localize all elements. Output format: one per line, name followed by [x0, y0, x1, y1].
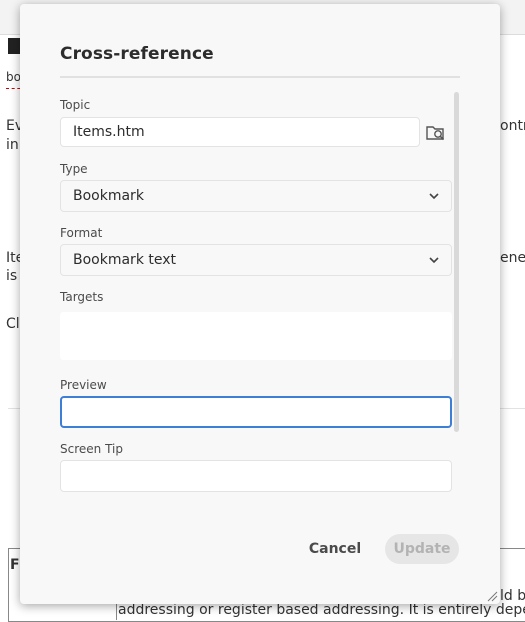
divider: [500, 408, 525, 409]
background-text: is: [6, 268, 18, 284]
cancel-button[interactable]: Cancel: [308, 534, 362, 564]
background-text: ontro: [500, 118, 525, 134]
format-selected-value: Bookmark text: [73, 252, 177, 268]
targets-label: Targets: [60, 290, 104, 304]
chevron-down-icon: [429, 193, 439, 200]
dialog-scrollbar[interactable]: [454, 92, 459, 432]
background-text: bo: [6, 70, 21, 84]
background-text: addressing or register based addressing.…: [118, 602, 525, 618]
preview-label: Preview: [60, 378, 107, 392]
screen-tip-label: Screen Tip: [60, 442, 123, 456]
chevron-down-icon: [429, 257, 439, 264]
screen-tip-input[interactable]: [60, 460, 452, 492]
title-divider: [60, 76, 460, 78]
resize-grip-icon[interactable]: [486, 590, 498, 602]
type-label: Type: [60, 162, 88, 176]
topic-input[interactable]: Items.htm: [60, 117, 420, 147]
format-label: Format: [60, 226, 103, 240]
background-text: in: [6, 137, 19, 153]
topic-label: Topic: [60, 98, 91, 112]
background-text: Cl: [6, 316, 20, 332]
background-text: enea: [500, 250, 525, 266]
folder-search-icon[interactable]: [426, 122, 446, 142]
update-button[interactable]: Update: [385, 534, 459, 564]
dialog-title: Cross-reference: [60, 44, 214, 64]
format-dropdown[interactable]: Bookmark text: [60, 244, 452, 276]
type-dropdown[interactable]: Bookmark: [60, 180, 452, 212]
type-selected-value: Bookmark: [73, 188, 144, 204]
targets-list[interactable]: [60, 312, 452, 360]
cross-reference-dialog: Cross-reference Topic Items.htm Type Boo…: [20, 4, 500, 604]
preview-input[interactable]: [60, 396, 452, 428]
